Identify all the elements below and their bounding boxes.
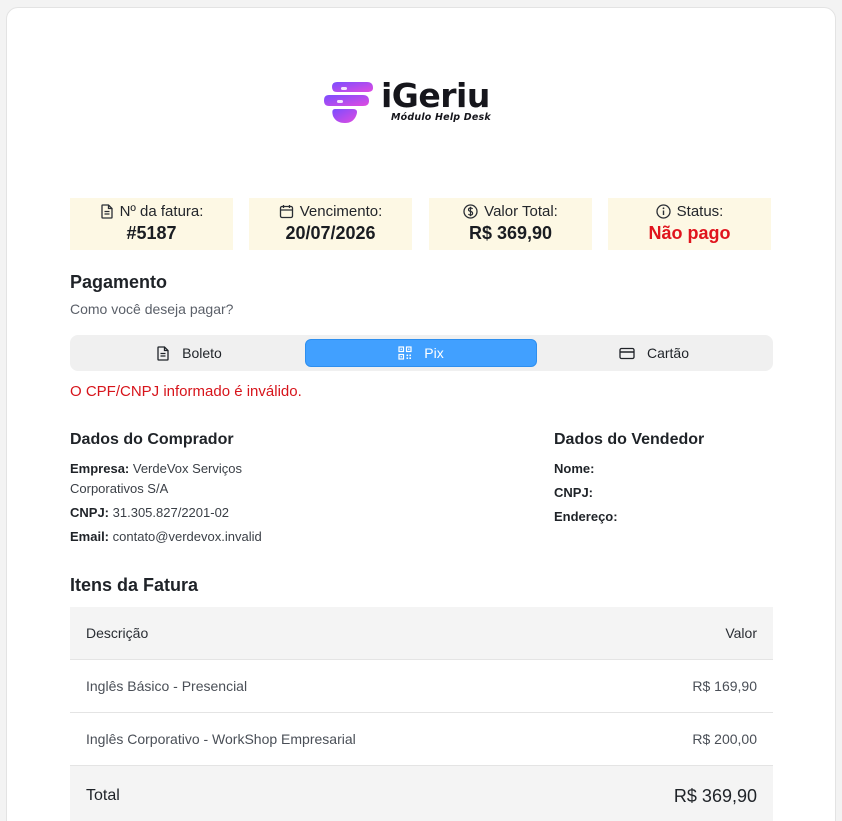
row-value: R$ 200,00 bbox=[692, 731, 757, 747]
table-row: Inglês Corporativo - WorkShop Empresaria… bbox=[70, 713, 773, 766]
total-label: Total bbox=[86, 787, 120, 804]
due-date-value: 20/07/2026 bbox=[285, 223, 376, 243]
due-date-label: Vencimento: bbox=[299, 203, 383, 220]
table-header: Descrição Valor bbox=[70, 607, 773, 660]
row-value: R$ 169,90 bbox=[692, 678, 757, 694]
invoice-number-box: Nº da fatura: #5187 bbox=[70, 198, 233, 250]
tab-cartao-label: Cartão bbox=[646, 345, 690, 361]
buyer-title: Dados do Comprador bbox=[70, 431, 234, 448]
total-value-value: R$ 369,90 bbox=[468, 223, 553, 243]
total-value-box: Valor Total: R$ 369,90 bbox=[429, 198, 592, 250]
buyer-cnpj-label: CNPJ: bbox=[70, 505, 110, 520]
invoice-number-value: #5187 bbox=[126, 223, 177, 243]
credit-card-icon bbox=[619, 347, 635, 359]
buyer-email-value: contato@verdevox.invalid bbox=[112, 529, 262, 544]
header-value: Valor bbox=[725, 625, 757, 641]
total-value-label: Valor Total: bbox=[484, 203, 558, 220]
status-value: Não pago bbox=[648, 223, 731, 243]
buyer-email-label: Email: bbox=[70, 529, 110, 544]
cpf-error-message: O CPF/CNPJ informado é inválido. bbox=[70, 383, 302, 400]
buyer-email: Email: contato@verdevox.invalid bbox=[70, 527, 262, 547]
seller-name: Nome: bbox=[554, 459, 594, 479]
document-icon bbox=[157, 345, 169, 361]
payment-question: Como você deseja pagar? bbox=[70, 301, 234, 317]
dollar-circle-icon bbox=[463, 204, 478, 219]
logo-subtitle: Módulo Help Desk bbox=[391, 112, 491, 123]
seller-title: Dados do Vendedor bbox=[554, 431, 705, 448]
logo-name: iGeriu bbox=[381, 76, 490, 115]
logo-mark-icon bbox=[324, 82, 373, 123]
buyer-company-label: Empresa: bbox=[70, 461, 130, 476]
items-table: Descrição Valor Inglês Básico - Presenci… bbox=[70, 607, 773, 821]
seller-name-label: Nome: bbox=[554, 461, 595, 476]
buyer-company: Empresa: VerdeVox Serviços Corporativos … bbox=[70, 459, 280, 499]
items-title: Itens da Fatura bbox=[70, 575, 199, 595]
qr-code-icon bbox=[398, 346, 412, 360]
row-description: Inglês Corporativo - WorkShop Empresaria… bbox=[86, 731, 356, 747]
seller-address-label: Endereço: bbox=[554, 509, 618, 524]
tab-boleto[interactable]: Boleto bbox=[74, 339, 304, 367]
buyer-cnpj: CNPJ: 31.305.827/2201-02 bbox=[70, 503, 229, 523]
tab-cartao[interactable]: Cartão bbox=[539, 339, 769, 367]
status-label: Status: bbox=[676, 203, 724, 220]
status-box: Status: Não pago bbox=[608, 198, 771, 250]
total-value: R$ 369,90 bbox=[673, 785, 757, 806]
invoice-card: iGeriu Módulo Help Desk Nº da fatura: #5… bbox=[6, 7, 836, 821]
calendar-icon bbox=[279, 205, 293, 219]
row-description: Inglês Básico - Presencial bbox=[86, 678, 248, 694]
seller-address: Endereço: bbox=[554, 507, 618, 527]
brand-logo: iGeriu Módulo Help Desk bbox=[323, 76, 513, 128]
tab-boleto-label: Boleto bbox=[182, 345, 222, 361]
info-icon bbox=[655, 204, 671, 219]
invoice-number-label: Nº da fatura: bbox=[119, 203, 204, 220]
tab-pix[interactable]: Pix bbox=[305, 339, 537, 367]
payment-method-tabs: Boleto Pix Cartão bbox=[70, 335, 773, 371]
table-row: Inglês Básico - Presencial R$ 169,90 bbox=[70, 660, 773, 713]
seller-cnpj: CNPJ: bbox=[554, 483, 593, 503]
document-icon bbox=[100, 204, 113, 219]
header-description: Descrição bbox=[86, 625, 149, 641]
tab-pix-label: Pix bbox=[424, 345, 444, 361]
payment-title: Pagamento bbox=[70, 272, 168, 292]
seller-cnpj-label: CNPJ: bbox=[554, 485, 594, 500]
buyer-cnpj-value: 31.305.827/2201-02 bbox=[112, 505, 230, 520]
table-total-row: Total R$ 369,90 bbox=[70, 766, 773, 821]
due-date-box: Vencimento: 20/07/2026 bbox=[249, 198, 412, 250]
